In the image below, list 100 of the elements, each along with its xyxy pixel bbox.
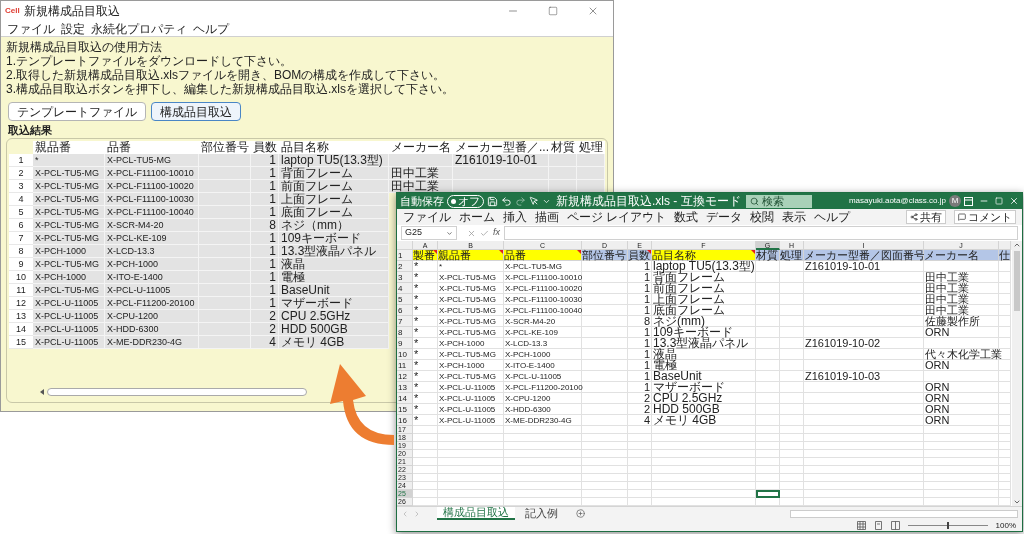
table-cell[interactable]: * [413, 305, 438, 316]
table-cell[interactable]: 13.3型液晶パネル [652, 338, 756, 349]
search-field[interactable]: 検索 [745, 194, 812, 208]
table-cell[interactable]: 底面フレーム [652, 305, 756, 316]
table-cell[interactable]: X-PCH-1000 [504, 349, 582, 360]
menu-item[interactable]: ファイル [7, 22, 55, 35]
table-cell[interactable]: HDD 500GB [652, 404, 756, 415]
table-cell[interactable]: X-LCD-13.3 [504, 338, 582, 349]
table-cell[interactable]: X-PCL-TU5-MG [438, 272, 504, 283]
table-cell[interactable]: ORN [924, 360, 999, 371]
row-number[interactable]: 11 [397, 360, 413, 371]
table-cell[interactable]: ORN [924, 415, 999, 426]
table-cell[interactable]: 上面フレーム [652, 294, 756, 305]
ribbon-tab[interactable]: 表示 [782, 211, 807, 223]
menu-item[interactable]: 永続化プロパティ [91, 22, 187, 35]
ribbon-tab[interactable]: 数式 [674, 211, 699, 223]
table-cell[interactable]: X-PCL-TU5-MG [504, 261, 582, 272]
table-cell[interactable]: * [413, 294, 438, 305]
column-header[interactable]: 品目名称 [279, 141, 389, 154]
table-cell[interactable]: 1 [628, 283, 652, 294]
table-cell[interactable]: 液晶 [652, 349, 756, 360]
table-cell[interactable]: X-PCL-TU5-MG [438, 349, 504, 360]
menu-item[interactable]: 設定 [61, 22, 85, 35]
table-cell[interactable]: X-HDD-6300 [504, 404, 582, 415]
table-cell[interactable]: * [413, 327, 438, 338]
table-cell[interactable]: 電極 [652, 360, 756, 371]
table-cell[interactable]: ORN [924, 382, 999, 393]
ribbon-tab[interactable]: ページ レイアウト [567, 211, 667, 223]
table-cell[interactable]: Z161019-10-01 [804, 261, 924, 272]
row-number[interactable]: 16 [397, 415, 413, 426]
column-header[interactable]: 材質 [549, 141, 577, 154]
table-cell[interactable]: * [413, 316, 438, 327]
table-cell[interactable]: * [413, 393, 438, 404]
row-number[interactable]: 9 [397, 338, 413, 349]
column-header[interactable]: 員数 [251, 141, 279, 154]
ribbon-tab[interactable]: ファイル [403, 211, 451, 223]
table-cell[interactable]: X-PCL-F11200-20100 [504, 382, 582, 393]
row-number[interactable]: 13 [397, 382, 413, 393]
table-cell[interactable]: 8 [628, 316, 652, 327]
table-cell[interactable]: * [413, 283, 438, 294]
table-cell[interactable]: * [413, 360, 438, 371]
row-number[interactable]: 6 [397, 305, 413, 316]
table-cell[interactable]: X-PCL-F11100-10020 [504, 283, 582, 294]
row-number[interactable]: 7 [397, 316, 413, 327]
table-cell[interactable]: * [413, 382, 438, 393]
table-cell[interactable]: 前面フレーム [652, 283, 756, 294]
avatar[interactable]: M [949, 195, 961, 207]
row-number[interactable]: 8 [397, 327, 413, 338]
table-cell[interactable]: X-PCL-KE-109 [504, 327, 582, 338]
table-cell[interactable]: * [413, 415, 438, 426]
table-cell[interactable]: * [413, 261, 438, 272]
table-cell[interactable]: X-ME-DDR230-4G [504, 415, 582, 426]
table-cell[interactable]: X-PCL-U-11005 [438, 393, 504, 404]
table-cell[interactable]: 佐藤製作所 [924, 316, 999, 327]
action-button[interactable]: 構成品目取込 [151, 102, 241, 121]
table-cell[interactable]: X-PCL-TU5-MG [438, 327, 504, 338]
table-cell[interactable]: X-PCL-F11100-10030 [504, 294, 582, 305]
table-cell[interactable]: Z161019-10-02 [804, 338, 924, 349]
table-cell[interactable]: X-PCL-TU5-MG [438, 283, 504, 294]
row-number[interactable]: 5 [397, 294, 413, 305]
ribbon-tab[interactable]: 描画 [535, 211, 559, 223]
ribbon-tab[interactable]: 挿入 [503, 211, 527, 223]
row-number[interactable]: 14 [397, 393, 413, 404]
sheet-tab[interactable]: 記入例 [519, 507, 564, 520]
row-number[interactable]: 1 [397, 250, 413, 261]
row-number[interactable]: 12 [397, 371, 413, 382]
table-cell[interactable]: 1 [628, 294, 652, 305]
name-box[interactable]: G25 [401, 226, 457, 240]
table-cell[interactable]: ネジ(mm) [652, 316, 756, 327]
table-cell[interactable]: 1 [628, 382, 652, 393]
comment-button[interactable]: コメント [954, 210, 1016, 224]
table-cell[interactable]: 1 [628, 338, 652, 349]
table-cell[interactable]: 田中工業 [924, 294, 999, 305]
table-cell[interactable]: 2 [628, 393, 652, 404]
table-cell[interactable]: X-PCL-F11100-10010 [504, 272, 582, 283]
table-cell[interactable]: X-SCR-M4-20 [504, 316, 582, 327]
zoom-level[interactable]: 100% [995, 521, 1016, 530]
table-cell[interactable]: ORN [924, 327, 999, 338]
table-cell[interactable]: ORN [924, 404, 999, 415]
table-cell[interactable]: ORN [924, 393, 999, 404]
table-cell[interactable]: 2 [628, 404, 652, 415]
table-cell[interactable]: * [413, 338, 438, 349]
column-header[interactable]: 処理 [577, 141, 605, 154]
ribbon-tab[interactable]: データ [706, 211, 743, 223]
function-label[interactable]: fx [493, 226, 500, 240]
ribbon-tab[interactable]: 校閲 [750, 211, 775, 223]
table-cell[interactable]: マザーボード [652, 382, 756, 393]
table-cell[interactable]: * [413, 349, 438, 360]
column-header[interactable]: メーカー型番／... [453, 141, 549, 154]
table-cell[interactable]: 1 [628, 371, 652, 382]
table-cell[interactable]: 田中工業 [924, 272, 999, 283]
table-cell[interactable]: X-PCH-1000 [438, 360, 504, 371]
table-cell[interactable]: laptop TU5(13.3型) [652, 261, 756, 272]
table-cell[interactable]: CPU 2.5GHz [652, 393, 756, 404]
table-cell[interactable]: 4 [628, 415, 652, 426]
sheet-tab[interactable]: 構成品目取込 [437, 507, 515, 520]
column-header[interactable]: メーカー名 [389, 141, 453, 154]
table-cell[interactable]: X-PCL-U-11005 [438, 404, 504, 415]
row-number[interactable]: 4 [397, 283, 413, 294]
table-cell[interactable]: BaseUnit [652, 371, 756, 382]
